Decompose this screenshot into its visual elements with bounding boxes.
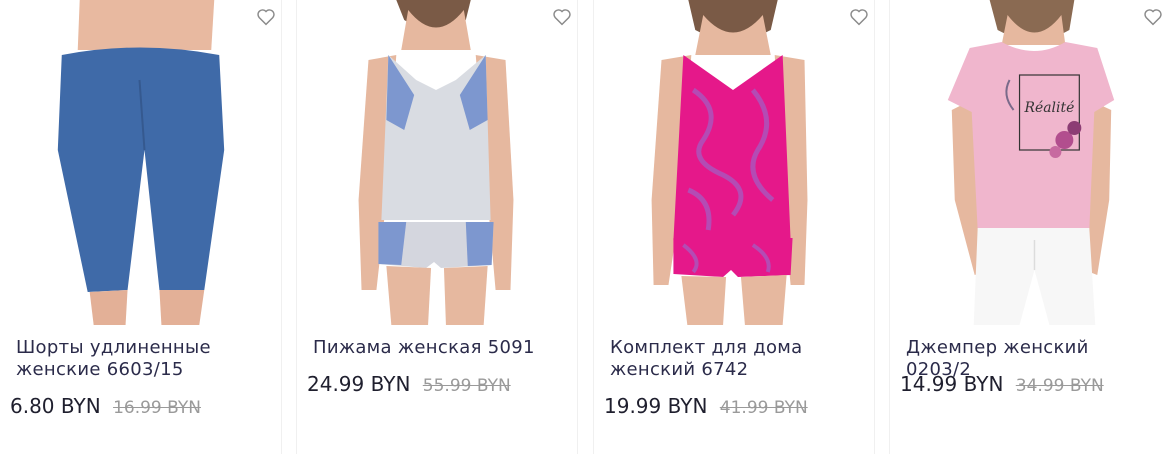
- product-title-line: женские 6603/15: [16, 359, 184, 380]
- product-card[interactable]: Réalité Джемпер женский 0203/2 14.99 BYN…: [889, 0, 1168, 454]
- product-price: 14.99 BYN 34.99 BYN: [900, 372, 1104, 396]
- product-grid: Шорты удлиненные женские 6603/15 6.80 BY…: [0, 0, 1168, 454]
- current-price: 19.99 BYN: [604, 394, 708, 418]
- product-photo[interactable]: [594, 0, 874, 325]
- heart-outline-icon[interactable]: [848, 6, 870, 28]
- product-price: 19.99 BYN 41.99 BYN: [604, 394, 808, 418]
- product-card[interactable]: Комплект для дома женский 6742 19.99 BYN…: [593, 0, 875, 454]
- product-title-line: Комплект для дома: [610, 337, 803, 358]
- product-card[interactable]: Пижама женская 5091 24.99 BYN 55.99 BYN: [296, 0, 578, 454]
- product-title-line: Пижама женская 5091: [313, 337, 535, 358]
- heart-outline-icon[interactable]: [1142, 6, 1164, 28]
- product-photo[interactable]: [0, 0, 281, 325]
- old-price: 41.99 BYN: [719, 398, 808, 418]
- heart-outline-icon[interactable]: [255, 6, 277, 28]
- product-title-line: женский 6742: [610, 359, 749, 380]
- old-price: 34.99 BYN: [1015, 376, 1104, 396]
- product-price: 24.99 BYN 55.99 BYN: [307, 372, 511, 396]
- product-price: 6.80 BYN 16.99 BYN: [10, 394, 201, 418]
- product-title-line: Шорты удлиненные: [16, 337, 211, 358]
- current-price: 6.80 BYN: [10, 394, 101, 418]
- heart-outline-icon[interactable]: [551, 6, 573, 28]
- old-price: 16.99 BYN: [113, 398, 201, 418]
- product-title[interactable]: Пижама женская 5091: [313, 337, 565, 359]
- old-price: 55.99 BYN: [422, 376, 511, 396]
- product-card[interactable]: Шорты удлиненные женские 6603/15 6.80 BY…: [0, 0, 282, 454]
- product-photo[interactable]: [297, 0, 577, 325]
- product-photo[interactable]: Réalité: [890, 0, 1168, 325]
- product-title[interactable]: Шорты удлиненные женские 6603/15: [16, 337, 269, 381]
- tshirt-print-text: Réalité: [1024, 100, 1075, 116]
- product-title[interactable]: Комплект для дома женский 6742: [610, 337, 862, 381]
- current-price: 24.99 BYN: [307, 372, 411, 396]
- current-price: 14.99 BYN: [900, 372, 1004, 396]
